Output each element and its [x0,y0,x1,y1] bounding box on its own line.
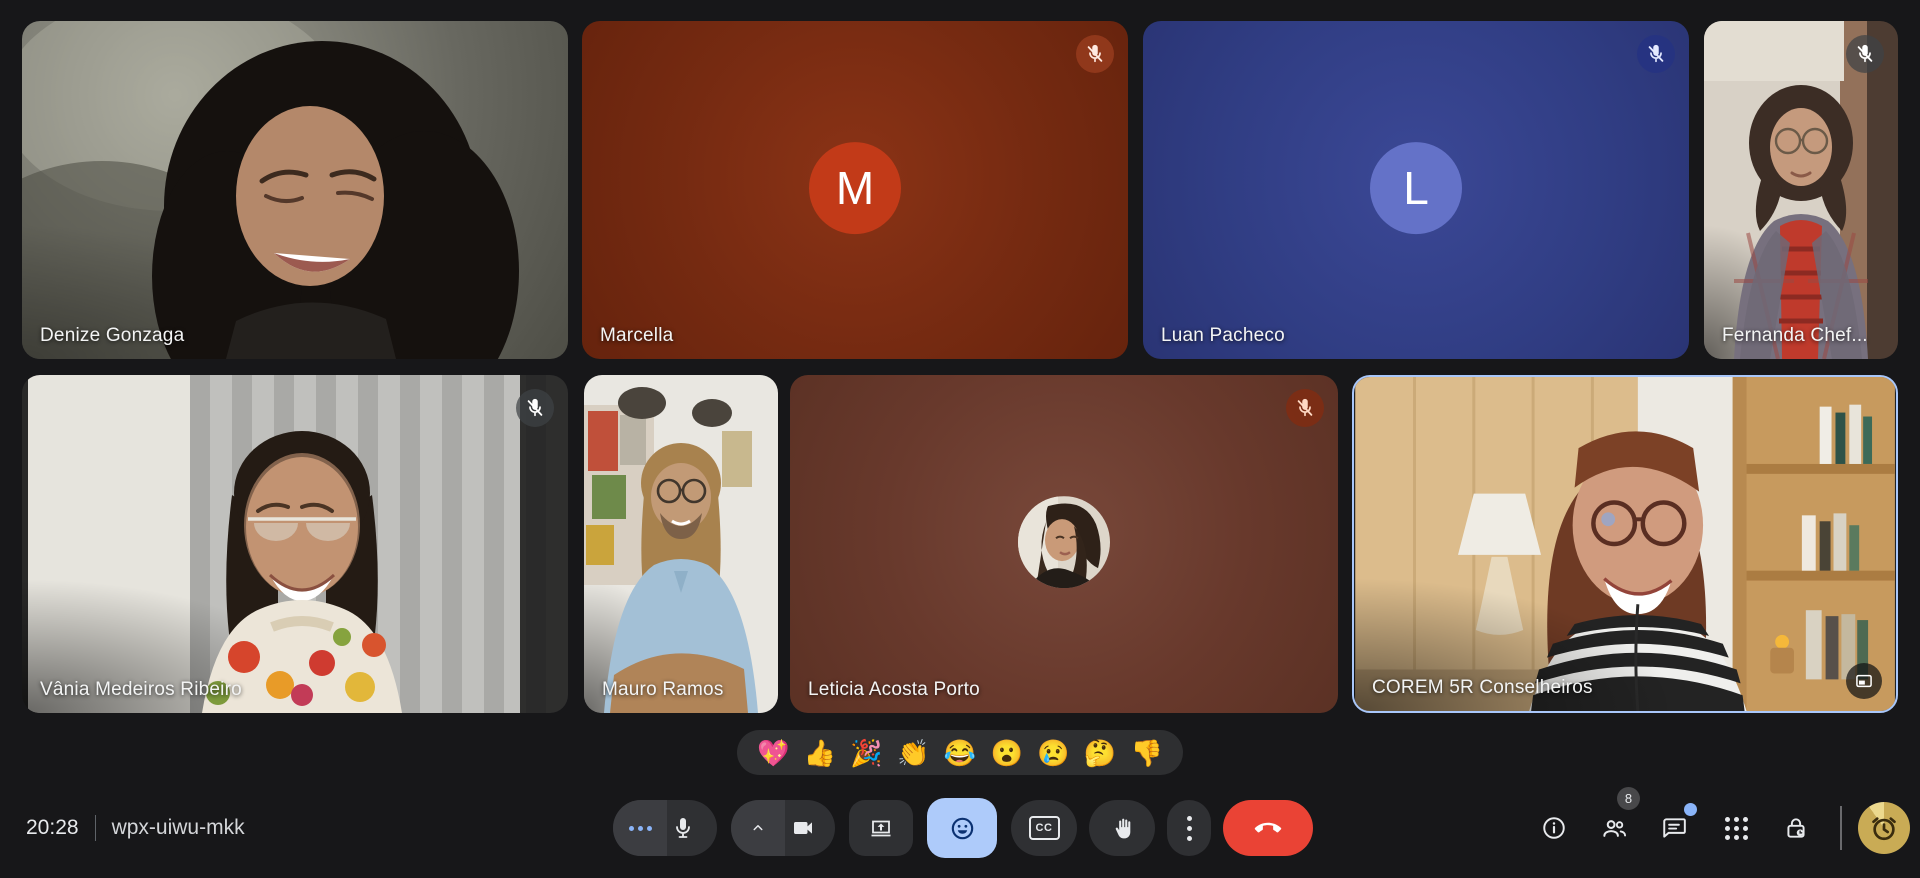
participant-tile-leticia[interactable]: Leticia Acosta Porto [790,375,1338,713]
reaction-cry[interactable]: 😢 [1037,740,1069,766]
mic-off-badge [1637,35,1675,73]
clock-time: 20:28 [26,816,79,840]
reaction-thumbs-up[interactable]: 👍 [804,740,836,766]
meeting-details-button[interactable] [1526,800,1582,856]
avatar-initial-luan: L [1370,142,1462,234]
info-icon [1541,815,1567,841]
meeting-code: wpx-uiwu-mkk [112,816,245,840]
avatar-letter: M [836,161,874,215]
captions-button[interactable]: CC [1011,800,1077,856]
timer-addon-button[interactable] [1858,802,1910,854]
activities-button[interactable] [1708,800,1764,856]
picture-in-picture-icon[interactable] [1846,663,1882,699]
end-call-button[interactable] [1223,800,1313,856]
microphone-button[interactable] [613,800,717,856]
participant-tile-denize[interactable]: Denize Gonzaga [22,21,568,359]
end-call-icon [1254,814,1282,842]
avatar-photo-leticia [1018,496,1110,588]
camera-device-chevron[interactable] [731,800,785,856]
participant-video-denize [22,21,568,359]
mic-off-badge [1846,35,1884,73]
participant-tile-fernanda[interactable]: Fernanda Chef... [1704,21,1898,359]
people-icon [1601,815,1628,842]
microphone-icon [671,816,695,840]
participant-name: COREM 5R Conselheiros [1372,677,1593,699]
present-screen-icon [869,816,893,840]
participant-count-badge: 8 [1617,787,1640,810]
time-and-code: 20:28 wpx-uiwu-mkk [26,815,245,841]
divider [1840,806,1842,850]
more-options-icon [1187,816,1192,841]
participant-name: Marcella [600,325,673,347]
camera-icon [791,816,815,840]
host-controls-button[interactable] [1768,800,1824,856]
meet-call-screen: Denize Gonzaga M Marcella L Luan Pacheco [0,0,1920,878]
avatar-letter: L [1403,161,1429,215]
participant-video-vania [22,375,568,713]
captions-icon: CC [1029,816,1060,840]
avatar-initial-marcella: M [809,142,901,234]
participant-name: Leticia Acosta Porto [808,679,980,701]
reaction-thinking[interactable]: 🤔 [1084,740,1116,766]
chat-unread-dot [1684,803,1697,816]
participant-name: Vânia Medeiros Ribeiro [40,679,242,701]
raise-hand-icon [1110,816,1135,841]
present-screen-button[interactable] [849,800,913,856]
reaction-heart[interactable]: 💖 [757,740,789,766]
participant-video-corem [1354,377,1896,711]
reaction-clap[interactable]: 👏 [897,740,929,766]
alarm-clock-icon [1867,811,1901,845]
apps-grid-icon [1725,817,1748,840]
participant-tile-luan[interactable]: L Luan Pacheco [1143,21,1689,359]
mic-off-badge [1076,35,1114,73]
smiley-icon [949,815,976,842]
chat-icon [1661,815,1687,841]
participant-name: Denize Gonzaga [40,325,184,347]
audio-level-indicator[interactable] [613,800,667,856]
participant-video-mauro [584,375,778,713]
reaction-joy[interactable]: 😂 [944,740,976,766]
bottom-control-bar: 20:28 wpx-uiwu-mkk [0,775,1920,878]
camera-button[interactable] [731,800,835,856]
more-options-button[interactable] [1167,800,1211,856]
participant-name: Fernanda Chef... [1722,325,1868,347]
participant-tile-vania[interactable]: Vânia Medeiros Ribeiro [22,375,568,713]
participant-name: Mauro Ramos [602,679,724,701]
reactions-button-active[interactable] [927,798,997,858]
participant-tile-corem-active[interactable]: COREM 5R Conselheiros [1352,375,1898,713]
divider [95,815,96,841]
participant-tile-marcella[interactable]: M Marcella [582,21,1128,359]
mic-off-badge [516,389,554,427]
raise-hand-button[interactable] [1089,800,1155,856]
participant-name: Luan Pacheco [1161,325,1285,347]
lock-icon [1783,815,1809,841]
reaction-thumbs-down[interactable]: 👎 [1131,740,1163,766]
mic-off-badge [1286,389,1324,427]
reaction-party[interactable]: 🎉 [850,740,882,766]
reaction-surprised[interactable]: 😮 [991,740,1023,766]
participant-tile-mauro[interactable]: Mauro Ramos [584,375,778,713]
reactions-bar: 💖 👍 🎉 👏 😂 😮 😢 🤔 👎 [737,730,1183,775]
